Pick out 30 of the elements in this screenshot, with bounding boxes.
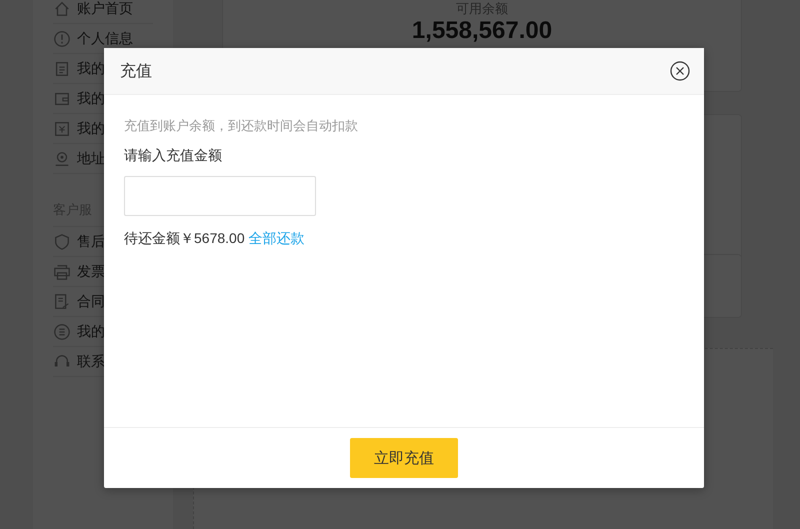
document-icon — [53, 60, 71, 78]
home-icon — [53, 0, 71, 18]
close-icon — [670, 61, 690, 81]
sidebar-item[interactable]: 个人信息 — [77, 30, 133, 48]
receipt-icon — [53, 120, 71, 138]
amount-input-field[interactable] — [124, 176, 316, 216]
sidebar-item[interactable]: 发票 — [77, 262, 105, 280]
sidebar-item[interactable]: 联系 — [77, 352, 105, 370]
hint-text: 充值到账户余额，到还款时间会自动扣款 — [124, 117, 359, 135]
sidebar-item[interactable]: 我的 — [77, 322, 105, 340]
field-label: 请输入充值金额 — [124, 146, 223, 164]
sidebar-item[interactable]: 我的 — [77, 120, 105, 138]
owed-amount-text: 待还金额￥5678.00 — [124, 230, 245, 248]
sidebar-item[interactable]: 我的 — [77, 90, 105, 108]
contract-icon — [53, 292, 71, 310]
sidebar-item[interactable]: 账户首页 — [77, 0, 133, 18]
location-icon — [53, 150, 71, 168]
repay-all-link[interactable]: 全部还款 — [248, 230, 305, 248]
sidebar-item[interactable]: 合同 — [77, 292, 105, 310]
balance-amount: 1,558,567.00 — [410, 18, 554, 44]
sidebar-item[interactable]: 售后 — [77, 232, 105, 250]
recharge-button[interactable]: 立即充值 — [350, 438, 458, 478]
sidebar-item[interactable]: 我的 — [77, 60, 105, 78]
sidebar-item[interactable]: 地址 — [77, 150, 105, 168]
info-icon — [53, 30, 71, 48]
shield-icon — [53, 232, 71, 250]
printer-icon — [53, 262, 71, 280]
dialog-title: 充值 — [120, 62, 152, 82]
coin-icon — [53, 322, 71, 340]
close-button[interactable] — [670, 61, 690, 81]
